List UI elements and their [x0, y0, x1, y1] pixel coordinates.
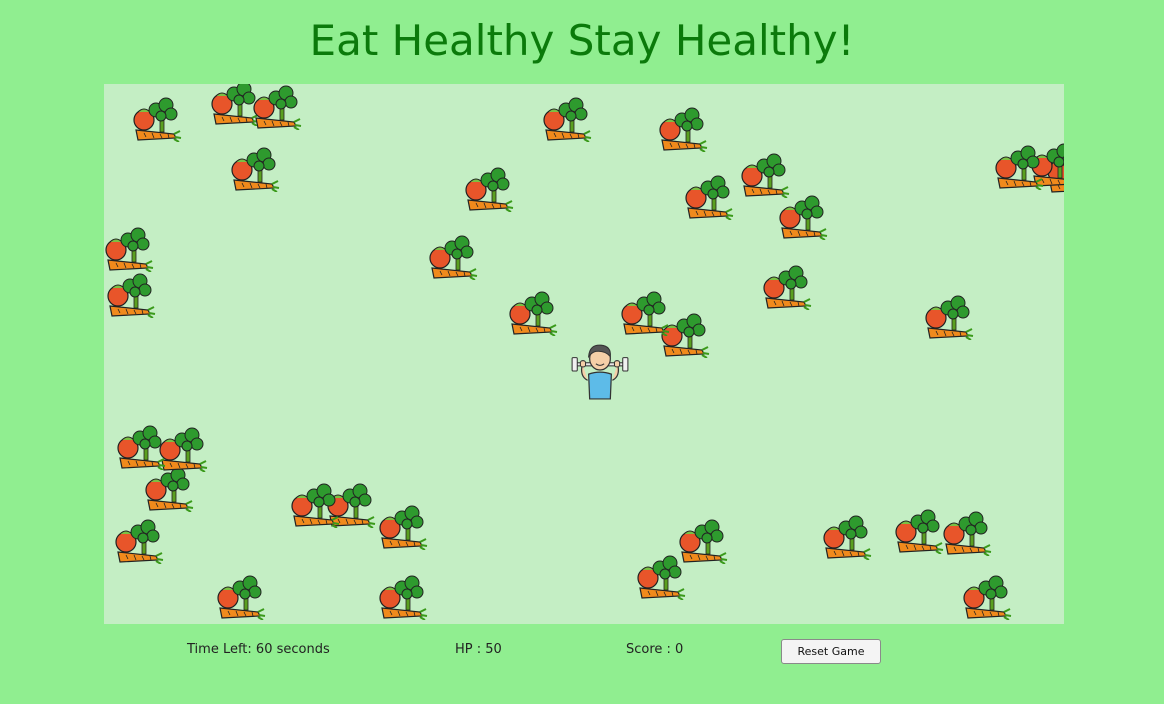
vegetables-icon: [995, 145, 1044, 190]
vegetables-icon: [779, 195, 828, 240]
vegetables-icon: [741, 153, 790, 198]
vegetables-icon: [943, 511, 992, 556]
weightlifter-icon: [571, 344, 629, 400]
vegetables-icon: [379, 575, 428, 620]
vegetables-icon: [679, 519, 728, 564]
vegetables-icon: [685, 175, 734, 220]
reset-game-button[interactable]: Reset Game: [781, 639, 881, 664]
vegetables-icon: [543, 97, 592, 142]
vegetables-icon: [115, 519, 164, 564]
vegetables-icon: [509, 291, 558, 336]
vegetables-icon: [895, 509, 944, 554]
vegetables-icon: [925, 295, 974, 340]
vegetables-icon: [217, 575, 266, 620]
vegetables-icon: [379, 505, 428, 550]
vegetables-icon: [231, 147, 280, 192]
hp-label: HP : 50: [455, 642, 502, 657]
vegetables-icon: [429, 235, 478, 280]
vegetables-icon: [105, 227, 154, 272]
vegetables-icon: [107, 273, 156, 318]
vegetables-icon: [963, 575, 1012, 620]
game-board[interactable]: [104, 84, 1064, 624]
vegetables-icon: [117, 425, 166, 470]
score-label: Score : 0: [626, 642, 684, 657]
vegetables-icon: [823, 515, 872, 560]
vegetables-icon: [133, 97, 182, 142]
vegetables-icon: [253, 85, 302, 130]
vegetables-icon: [659, 107, 708, 152]
vegetables-icon: [465, 167, 514, 212]
time-left-label: Time Left: 60 seconds: [187, 642, 330, 657]
vegetables-icon: [763, 265, 812, 310]
page-title: Eat Healthy Stay Healthy!: [309, 16, 855, 65]
vegetables-icon: [291, 483, 340, 528]
vegetables-icon: [621, 291, 670, 336]
